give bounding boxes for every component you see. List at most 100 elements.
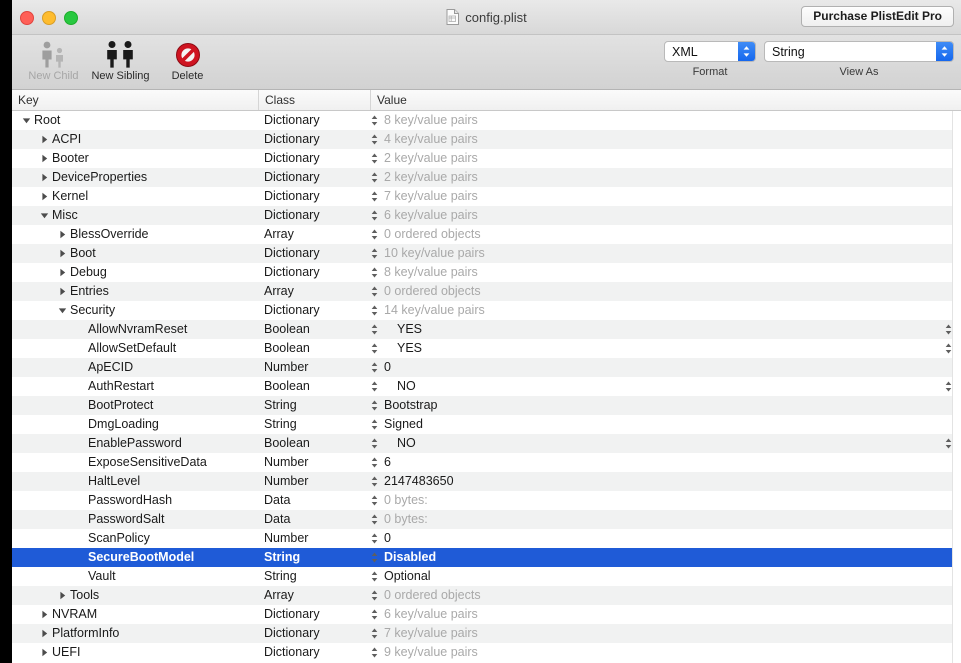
- row-value-cell[interactable]: Disabled: [384, 548, 931, 567]
- row-class-cell[interactable]: Dictionary: [258, 149, 370, 168]
- class-stepper[interactable]: [367, 434, 381, 453]
- table-row[interactable]: DeviceProperties Dictionary 2 key/value pa…: [12, 168, 961, 187]
- class-stepper[interactable]: [367, 320, 381, 339]
- table-row[interactable]: SecureBootModel String Disabled: [12, 548, 961, 567]
- new-child-button[interactable]: New Child: [20, 37, 87, 82]
- close-button[interactable]: [20, 11, 34, 25]
- disclosure-triangle-open-icon[interactable]: [20, 111, 32, 130]
- row-class-cell[interactable]: Boolean: [258, 434, 370, 453]
- row-value-cell[interactable]: 8 key/value pairs: [384, 263, 931, 282]
- class-stepper[interactable]: [367, 244, 381, 263]
- delete-button[interactable]: Delete: [154, 37, 221, 82]
- table-row[interactable]: Entries Array 0 ordered objects: [12, 282, 961, 301]
- disclosure-triangle-closed-icon[interactable]: [38, 643, 50, 662]
- class-stepper[interactable]: [367, 605, 381, 624]
- class-stepper[interactable]: [367, 187, 381, 206]
- table-row[interactable]: Vault String Optional: [12, 567, 961, 586]
- column-header-class[interactable]: Class: [258, 90, 370, 110]
- format-dropdown[interactable]: XML: [664, 41, 756, 62]
- row-value-cell[interactable]: 7 key/value pairs: [384, 624, 931, 643]
- class-stepper[interactable]: [367, 491, 381, 510]
- row-value-cell[interactable]: NO: [384, 377, 931, 396]
- class-stepper[interactable]: [367, 111, 381, 130]
- class-stepper[interactable]: [367, 130, 381, 149]
- class-stepper[interactable]: [367, 396, 381, 415]
- disclosure-triangle-open-icon[interactable]: [38, 206, 50, 225]
- row-value-cell[interactable]: 2147483650: [384, 472, 931, 491]
- table-row[interactable]: Root Dictionary 8 key/value pairs: [12, 111, 961, 130]
- row-value-cell[interactable]: 0: [384, 358, 931, 377]
- table-row[interactable]: Debug Dictionary 8 key/value pairs: [12, 263, 961, 282]
- row-value-cell[interactable]: 0 bytes:: [384, 491, 931, 510]
- table-row[interactable]: DmgLoading String Signed: [12, 415, 961, 434]
- table-row[interactable]: Tools Array 0 ordered objects: [12, 586, 961, 605]
- row-class-cell[interactable]: Dictionary: [258, 244, 370, 263]
- row-class-cell[interactable]: Dictionary: [258, 206, 370, 225]
- class-stepper[interactable]: [367, 415, 381, 434]
- row-value-cell[interactable]: Optional: [384, 567, 931, 586]
- disclosure-triangle-closed-icon[interactable]: [56, 225, 68, 244]
- row-value-cell[interactable]: YES: [384, 320, 931, 339]
- column-header-value[interactable]: Value: [370, 90, 949, 110]
- row-class-cell[interactable]: Boolean: [258, 339, 370, 358]
- table-row[interactable]: PlatformInfo Dictionary 7 key/value pairs: [12, 624, 961, 643]
- class-stepper[interactable]: [367, 624, 381, 643]
- class-stepper[interactable]: [367, 149, 381, 168]
- table-row[interactable]: NVRAM Dictionary 6 key/value pairs: [12, 605, 961, 624]
- disclosure-triangle-closed-icon[interactable]: [38, 130, 50, 149]
- table-row[interactable]: EnablePassword Boolean NO: [12, 434, 961, 453]
- class-stepper[interactable]: [367, 263, 381, 282]
- row-value-cell[interactable]: 0 ordered objects: [384, 586, 931, 605]
- disclosure-triangle-closed-icon[interactable]: [56, 586, 68, 605]
- table-row[interactable]: Kernel Dictionary 7 key/value pairs: [12, 187, 961, 206]
- purchase-plistedit-pro-button[interactable]: Purchase PlistEdit Pro: [801, 6, 954, 27]
- row-class-cell[interactable]: Dictionary: [258, 605, 370, 624]
- table-row[interactable]: BootProtect String Bootstrap: [12, 396, 961, 415]
- row-class-cell[interactable]: Array: [258, 225, 370, 244]
- row-class-cell[interactable]: Array: [258, 282, 370, 301]
- class-stepper[interactable]: [367, 548, 381, 567]
- row-value-cell[interactable]: 6: [384, 453, 931, 472]
- row-class-cell[interactable]: Dictionary: [258, 168, 370, 187]
- row-class-cell[interactable]: Data: [258, 491, 370, 510]
- row-class-cell[interactable]: String: [258, 396, 370, 415]
- class-stepper[interactable]: [367, 301, 381, 320]
- row-class-cell[interactable]: Number: [258, 529, 370, 548]
- table-row[interactable]: ApECID Number 0: [12, 358, 961, 377]
- row-class-cell[interactable]: String: [258, 567, 370, 586]
- view-as-dropdown[interactable]: String: [764, 41, 954, 62]
- row-class-cell[interactable]: Dictionary: [258, 111, 370, 130]
- disclosure-triangle-open-icon[interactable]: [56, 301, 68, 320]
- row-value-cell[interactable]: 8 key/value pairs: [384, 111, 931, 130]
- disclosure-triangle-closed-icon[interactable]: [38, 605, 50, 624]
- table-row[interactable]: ACPI Dictionary 4 key/value pairs: [12, 130, 961, 149]
- table-row[interactable]: Security Dictionary 14 key/value pairs: [12, 301, 961, 320]
- row-class-cell[interactable]: Data: [258, 510, 370, 529]
- table-row[interactable]: Misc Dictionary 6 key/value pairs: [12, 206, 961, 225]
- class-stepper[interactable]: [367, 586, 381, 605]
- table-row[interactable]: ExposeSensitiveData Number 6: [12, 453, 961, 472]
- class-stepper[interactable]: [367, 529, 381, 548]
- row-class-cell[interactable]: String: [258, 548, 370, 567]
- class-stepper[interactable]: [367, 168, 381, 187]
- table-row[interactable]: PasswordHash Data 0 bytes:: [12, 491, 961, 510]
- row-value-cell[interactable]: Signed: [384, 415, 931, 434]
- row-class-cell[interactable]: Dictionary: [258, 187, 370, 206]
- class-stepper[interactable]: [367, 339, 381, 358]
- row-value-cell[interactable]: 0: [384, 529, 931, 548]
- row-class-cell[interactable]: Boolean: [258, 320, 370, 339]
- row-value-cell[interactable]: 9 key/value pairs: [384, 643, 931, 662]
- row-class-cell[interactable]: Dictionary: [258, 130, 370, 149]
- class-stepper[interactable]: [367, 225, 381, 244]
- minimize-button[interactable]: [42, 11, 56, 25]
- disclosure-triangle-closed-icon[interactable]: [56, 244, 68, 263]
- outline-rows[interactable]: Root Dictionary 8 key/value pairs ACPI Dicti…: [12, 111, 961, 663]
- row-value-cell[interactable]: NO: [384, 434, 931, 453]
- row-class-cell[interactable]: Dictionary: [258, 624, 370, 643]
- class-stepper[interactable]: [367, 643, 381, 662]
- disclosure-triangle-closed-icon[interactable]: [38, 168, 50, 187]
- row-value-cell[interactable]: 0 bytes:: [384, 510, 931, 529]
- disclosure-triangle-closed-icon[interactable]: [38, 187, 50, 206]
- row-class-cell[interactable]: Dictionary: [258, 643, 370, 662]
- class-stepper[interactable]: [367, 472, 381, 491]
